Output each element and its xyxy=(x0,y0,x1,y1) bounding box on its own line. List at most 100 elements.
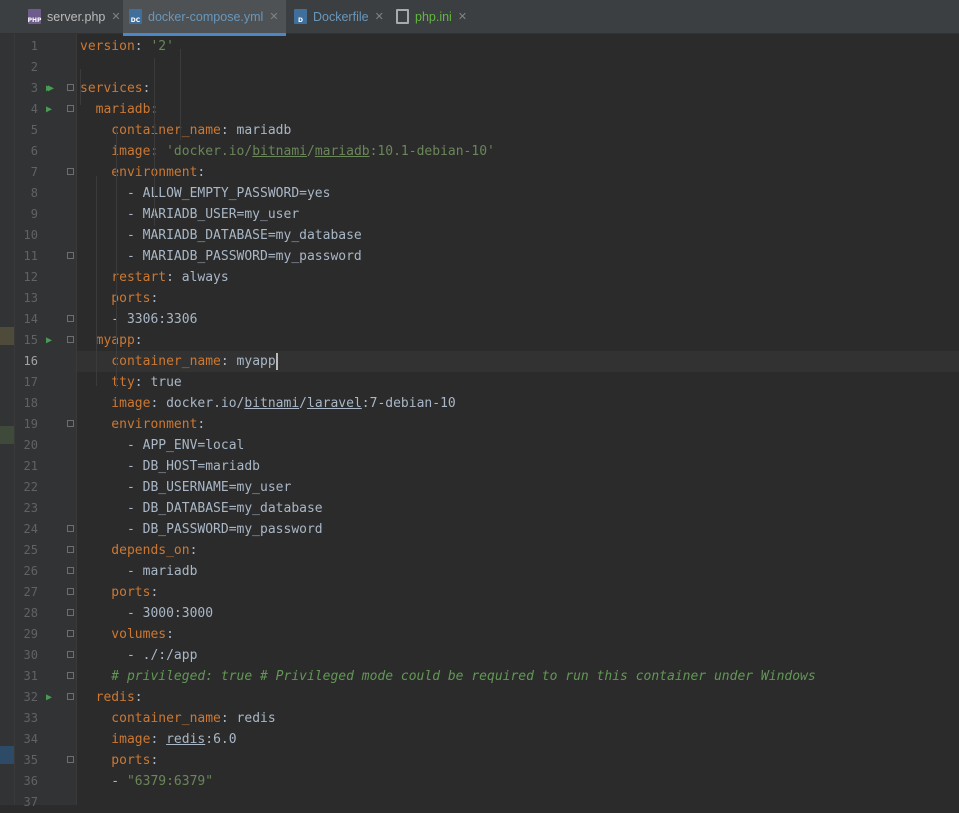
code-line[interactable]: - 3306:3306 xyxy=(77,309,959,330)
code-line[interactable]: depends_on: xyxy=(77,540,959,561)
code-line[interactable]: mariadb: xyxy=(77,99,959,120)
close-icon[interactable]: ✕ xyxy=(375,10,384,23)
fold-start-icon[interactable] xyxy=(67,105,74,112)
code-token: myapp xyxy=(80,333,135,348)
code-line[interactable]: ports: xyxy=(77,288,959,309)
code-line[interactable]: - "6379:6379" xyxy=(77,771,959,792)
tab-label: php.ini xyxy=(415,9,452,24)
code-line[interactable]: environment: xyxy=(77,414,959,435)
code-line[interactable] xyxy=(77,57,959,78)
code-token: - 3000:3000 xyxy=(80,606,214,621)
run-all-services-icon[interactable]: ▶▶ xyxy=(46,78,54,99)
line-number: 27 xyxy=(23,585,38,599)
code-line[interactable]: - MARIADB_DATABASE=my_database xyxy=(77,225,959,246)
code-line[interactable]: container_name: myapp xyxy=(77,351,959,372)
fold-start-icon[interactable] xyxy=(67,693,74,700)
code-editor[interactable]: version: '2' services: mariadb: container… xyxy=(77,34,959,805)
code-line[interactable]: container_name: mariadb xyxy=(77,120,959,141)
editor-tab-bar: PHP server.php ✕ DC docker-compose.yml ✕ D Dock… xyxy=(0,0,959,36)
code-line[interactable]: - MARIADB_USER=my_user xyxy=(77,204,959,225)
fold-start-icon[interactable] xyxy=(67,336,74,343)
code-line[interactable]: - ALLOW_EMPTY_PASSWORD=yes xyxy=(77,183,959,204)
dockerfile-icon: D xyxy=(294,9,307,24)
line-number: 3 xyxy=(30,81,38,95)
code-line[interactable] xyxy=(77,792,959,813)
gutter-line: 3 ▶▶ xyxy=(15,78,77,99)
code-line[interactable]: - DB_DATABASE=my_database xyxy=(77,498,959,519)
fold-end-icon[interactable] xyxy=(67,252,74,259)
code-line[interactable]: myapp: xyxy=(77,330,959,351)
fold-end-icon[interactable] xyxy=(67,651,74,658)
line-number: 31 xyxy=(23,669,38,683)
code-line[interactable]: image: redis:6.0 xyxy=(77,729,959,750)
code-token: : xyxy=(134,690,143,705)
code-line[interactable]: version: '2' xyxy=(77,36,959,57)
code-line[interactable]: image: docker.io/bitnami/laravel:7-debia… xyxy=(77,393,959,414)
code-token: :6.0 xyxy=(205,732,237,747)
fold-start-icon[interactable] xyxy=(67,420,74,427)
code-line[interactable]: tty: true xyxy=(77,372,959,393)
code-line[interactable]: - DB_PASSWORD=my_password xyxy=(77,519,959,540)
gutter-line: 12 xyxy=(15,267,77,288)
gutter-line: 8 xyxy=(15,183,77,204)
code-line[interactable]: - MARIADB_PASSWORD=my_password xyxy=(77,246,959,267)
fold-end-icon[interactable] xyxy=(67,315,74,322)
run-service-icon[interactable]: ▶ xyxy=(46,330,52,351)
gutter-line: 28 xyxy=(15,603,77,624)
line-number: 37 xyxy=(23,795,38,809)
fold-start-icon[interactable] xyxy=(67,630,74,637)
tab-server-php[interactable]: PHP server.php ✕ xyxy=(22,0,122,33)
code-token: - MARIADB_USER=my_user xyxy=(80,207,300,222)
fold-end-icon[interactable] xyxy=(67,609,74,616)
gutter-line: 34 xyxy=(15,729,77,750)
code-token: laravel xyxy=(307,396,362,411)
run-service-icon[interactable]: ▶ xyxy=(46,687,52,708)
tab-php-ini[interactable]: php.ini ✕ xyxy=(390,0,480,33)
code-line[interactable]: services: xyxy=(77,78,959,99)
code-line[interactable]: - DB_USERNAME=my_user xyxy=(77,477,959,498)
line-number: 26 xyxy=(23,564,38,578)
code-token: image xyxy=(80,732,151,747)
tab-label: Dockerfile xyxy=(313,9,369,24)
code-line[interactable]: ports: xyxy=(77,750,959,771)
line-number-gutter[interactable]: 1 2 3 ▶▶ 4 ▶ 5 6 7 8 9 10 11 12 13 14 15 ▶ 16 17 18 19 20 21 22 2… xyxy=(15,34,77,809)
tab-docker-compose-yml[interactable]: DC docker-compose.yml ✕ xyxy=(123,0,286,36)
code-line[interactable]: - ./:/app xyxy=(77,645,959,666)
close-icon[interactable]: ✕ xyxy=(269,10,278,23)
fold-start-icon[interactable] xyxy=(67,546,74,553)
line-number: 24 xyxy=(23,522,38,536)
code-line[interactable]: redis: xyxy=(77,687,959,708)
code-line[interactable]: - 3000:3000 xyxy=(77,603,959,624)
gutter-line: 21 xyxy=(15,456,77,477)
gutter-line: 30 xyxy=(15,645,77,666)
fold-start-icon[interactable] xyxy=(67,588,74,595)
code-line[interactable]: environment: xyxy=(77,162,959,183)
fold-end-icon[interactable] xyxy=(67,567,74,574)
fold-start-icon[interactable] xyxy=(67,756,74,763)
code-token: bitnami xyxy=(244,396,300,411)
code-line[interactable]: container_name: redis xyxy=(77,708,959,729)
tab-dockerfile[interactable]: D Dockerfile ✕ xyxy=(288,0,388,33)
code-line[interactable]: restart: always xyxy=(77,267,959,288)
fold-end-icon[interactable] xyxy=(67,672,74,679)
line-number: 15 xyxy=(23,333,38,347)
code-line[interactable]: - APP_ENV=local xyxy=(77,435,959,456)
close-icon[interactable]: ✕ xyxy=(458,10,467,23)
code-line[interactable]: volumes: xyxy=(77,624,959,645)
gutter-line: 14 xyxy=(15,309,77,330)
tab-label: docker-compose.yml xyxy=(148,9,264,24)
gutter-line: 6 xyxy=(15,141,77,162)
gutter-line: 32 ▶ xyxy=(15,687,77,708)
fold-start-icon[interactable] xyxy=(67,84,74,91)
gutter-line: 13 xyxy=(15,288,77,309)
code-line[interactable]: - DB_HOST=mariadb xyxy=(77,456,959,477)
code-line[interactable]: - mariadb xyxy=(77,561,959,582)
close-icon[interactable]: ✕ xyxy=(111,10,120,23)
code-line[interactable]: # privileged: true # Privileged mode cou… xyxy=(77,666,959,687)
code-line[interactable]: ports: xyxy=(77,582,959,603)
run-service-icon[interactable]: ▶ xyxy=(46,99,52,120)
code-line[interactable]: image: 'docker.io/bitnami/mariadb:10.1-d… xyxy=(77,141,959,162)
code-token: ports xyxy=(80,585,151,600)
fold-start-icon[interactable] xyxy=(67,168,74,175)
fold-end-icon[interactable] xyxy=(67,525,74,532)
